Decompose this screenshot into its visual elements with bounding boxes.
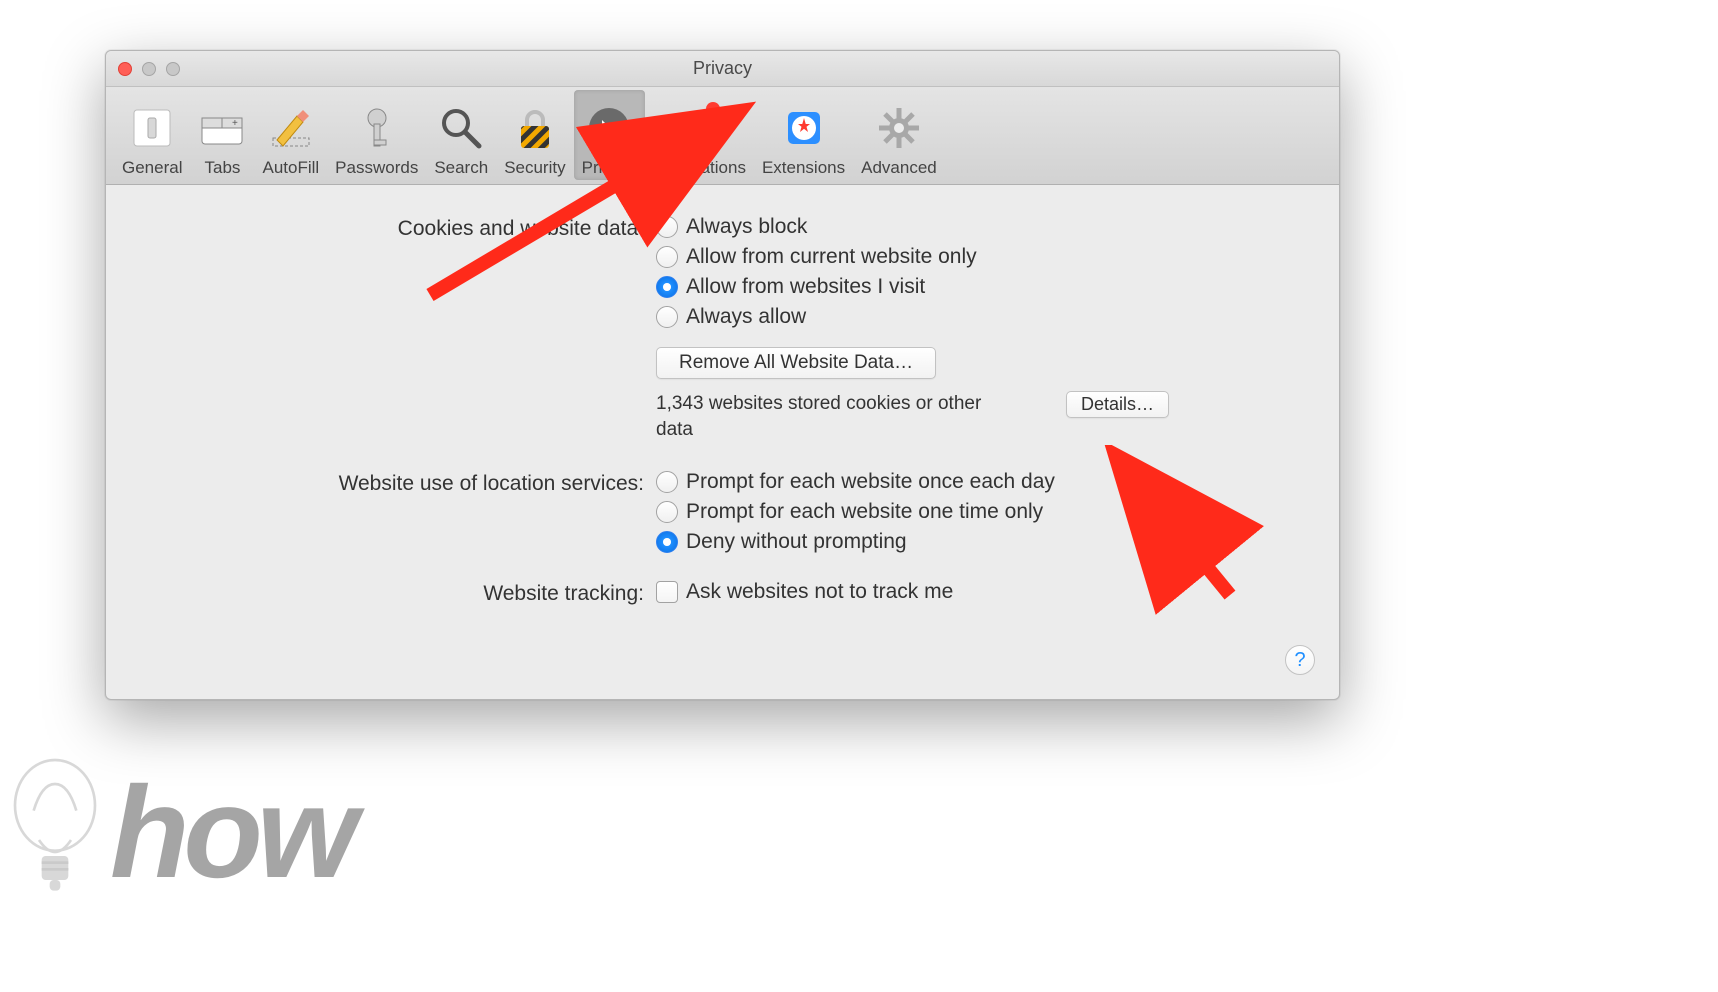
tab-label: General [122,158,182,178]
security-icon [511,104,559,152]
cookies-section-label: Cookies and website data: [126,215,656,442]
tab-label: Advanced [861,158,937,178]
tabs-icon: + [198,104,246,152]
remove-website-data-button[interactable]: Remove All Website Data… [656,347,936,379]
notifications-icon [676,104,724,152]
checkbox-icon [656,581,678,603]
tab-label: Extensions [762,158,845,178]
privacy-icon [585,104,633,152]
preferences-window: Privacy General + Tabs AutoFill Password… [105,50,1340,700]
general-icon [128,104,176,152]
tab-general[interactable]: General [114,90,190,180]
radio-icon [656,501,678,523]
radio-label: Always block [686,215,807,239]
advanced-icon [875,104,923,152]
titlebar[interactable]: Privacy [106,51,1339,87]
radio-prompt-once[interactable]: Prompt for each website one time only [656,500,1319,524]
location-section-label: Website use of location services: [126,470,656,560]
tab-label: Passwords [335,158,418,178]
radio-icon [656,276,678,298]
tab-label: AutoFill [262,158,319,178]
preferences-toolbar: General + Tabs AutoFill Passwords Search [106,87,1339,185]
search-icon [437,104,485,152]
tab-label: Search [434,158,488,178]
privacy-pane: Cookies and website data: Always block A… [106,185,1339,640]
radio-icon [656,216,678,238]
tracking-section-label: Website tracking: [126,580,656,610]
tab-notifications[interactable]: Notifications [645,90,754,180]
extensions-icon [780,104,828,152]
radio-icon [656,306,678,328]
radio-label: Allow from websites I visit [686,275,925,299]
radio-allow-visit[interactable]: Allow from websites I visit [656,275,1319,299]
radio-deny[interactable]: Deny without prompting [656,530,1319,554]
radio-prompt-daily[interactable]: Prompt for each website once each day [656,470,1319,494]
tab-autofill[interactable]: AutoFill [254,90,327,180]
tab-label: Security [504,158,565,178]
tab-label: Tabs [205,158,241,178]
watermark: how [0,752,352,912]
tab-privacy[interactable]: Privacy [574,90,646,180]
details-button[interactable]: Details… [1066,391,1169,418]
svg-text:+: + [232,118,238,129]
radio-icon [656,531,678,553]
tab-security[interactable]: Security [496,90,573,180]
tab-search[interactable]: Search [426,90,496,180]
help-button[interactable]: ? [1285,645,1315,675]
radio-always-allow[interactable]: Always allow [656,305,1319,329]
tab-tabs[interactable]: + Tabs [190,90,254,180]
radio-icon [656,471,678,493]
radio-always-block[interactable]: Always block [656,215,1319,239]
tab-label: Notifications [653,158,746,178]
radio-allow-current[interactable]: Allow from current website only [656,245,1319,269]
lightbulb-icon [0,752,110,912]
tab-extensions[interactable]: Extensions [754,90,853,180]
tab-label: Privacy [582,158,638,178]
tab-passwords[interactable]: Passwords [327,90,426,180]
watermark-text: how [110,767,352,897]
radio-icon [656,246,678,268]
window-title: Privacy [106,58,1339,79]
radio-label: Deny without prompting [686,530,907,554]
radio-label: Always allow [686,305,806,329]
checkbox-label: Ask websites not to track me [686,580,953,604]
tab-advanced[interactable]: Advanced [853,90,945,180]
radio-label: Prompt for each website one time only [686,500,1043,524]
radio-label: Prompt for each website once each day [686,470,1055,494]
radio-label: Allow from current website only [686,245,977,269]
cookies-stored-info: 1,343 websites stored cookies or other d… [656,391,1016,442]
passwords-icon [353,104,401,152]
checkbox-dnt[interactable]: Ask websites not to track me [656,580,1319,604]
notification-badge-icon [706,102,720,116]
autofill-icon [267,104,315,152]
